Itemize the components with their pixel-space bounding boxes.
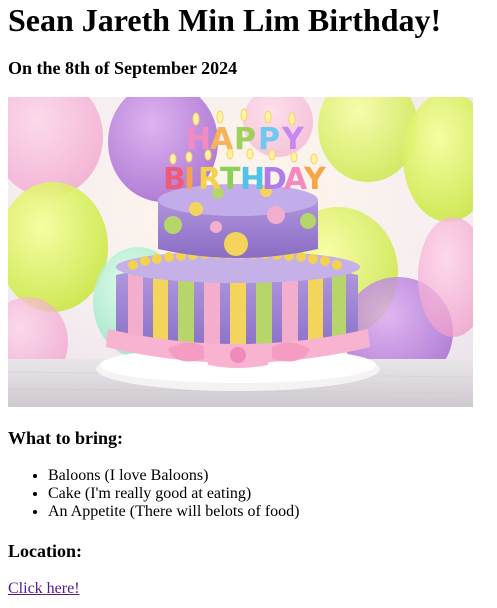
svg-text:R: R (198, 162, 221, 197)
svg-text:Y: Y (303, 162, 327, 197)
list-item: Baloons (I love Baloons) (48, 467, 300, 485)
svg-text:T: T (220, 162, 241, 197)
what-to-bring-list: Baloons (I love Baloons) Cake (I'm reall… (8, 467, 300, 521)
svg-text:P: P (258, 122, 280, 157)
list-item: Cake (I'm really good at eating) (48, 485, 300, 503)
event-date: On the 8th of September 2024 (8, 58, 238, 78)
svg-text:I: I (184, 162, 195, 197)
page-title: Sean Jareth Min Lim Birthday! (8, 2, 442, 38)
location-heading: Location: (8, 541, 82, 561)
list-item: An Appetite (There will belots of food) (48, 503, 300, 521)
birthday-cake-image: H A P P Y B I R T H D A Y (8, 97, 473, 407)
what-to-bring-heading: What to bring: (8, 428, 124, 448)
location-link[interactable]: Click here! (8, 580, 80, 598)
svg-text:B: B (163, 162, 186, 197)
